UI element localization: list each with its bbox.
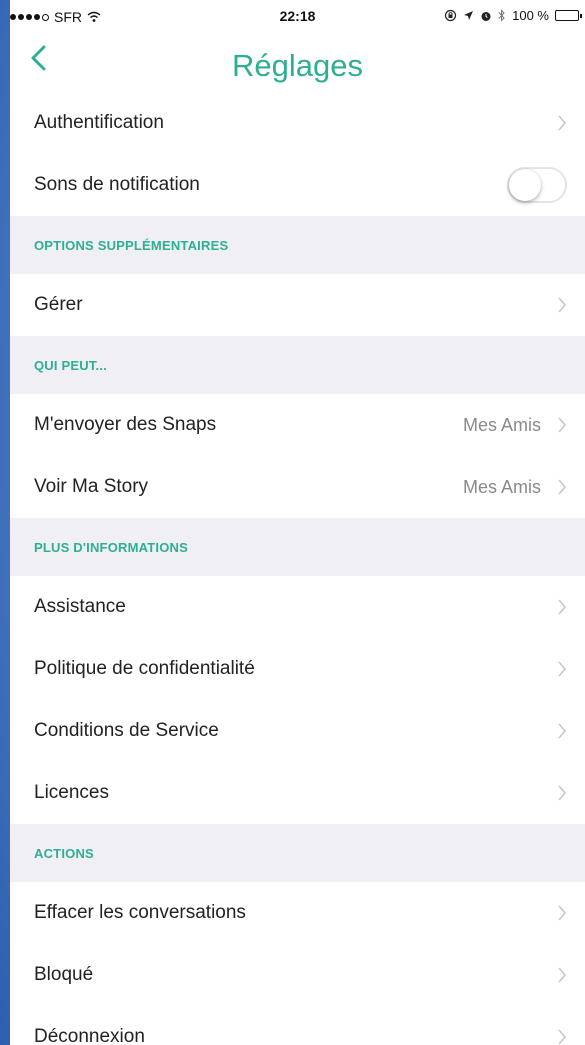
row-conditions-service[interactable]: Conditions de Service <box>10 700 585 762</box>
location-arrow-icon <box>464 11 474 20</box>
chevron-right-icon <box>558 115 567 131</box>
section-header-options: OPTIONS SUPPLÉMENTAIRES <box>10 216 585 274</box>
row-label: M'envoyer des Snaps <box>34 414 217 435</box>
row-effacer-conversations[interactable]: Effacer les conversations <box>10 882 585 944</box>
row-label: Sons de notification <box>34 174 200 195</box>
settings-screen: SFR 22:18 100 % Réglages Authentificatio… <box>10 0 585 1045</box>
section-header-qui-peut: QUI PEUT... <box>10 336 585 394</box>
battery-percentage: 100 % <box>512 8 549 23</box>
row-label: Authentification <box>34 112 164 133</box>
chevron-right-icon <box>558 1029 567 1045</box>
row-envoyer-snaps[interactable]: M'envoyer des Snaps Mes Amis <box>10 394 585 456</box>
battery-icon <box>555 10 582 21</box>
row-label: Politique de confidentialité <box>34 658 255 679</box>
row-label: Assistance <box>34 596 126 617</box>
status-right: 100 % <box>444 8 582 23</box>
toggle-knob <box>509 169 541 201</box>
row-assistance[interactable]: Assistance <box>10 576 585 638</box>
chevron-right-icon <box>558 905 567 921</box>
lock-rotation-icon <box>445 9 457 22</box>
row-label: Effacer les conversations <box>34 902 246 923</box>
chevron-right-icon <box>558 417 567 433</box>
row-licences[interactable]: Licences <box>10 762 585 824</box>
row-bloque[interactable]: Bloqué <box>10 944 585 1006</box>
row-value: Mes Amis <box>462 476 541 497</box>
chevron-right-icon <box>558 785 567 801</box>
back-button[interactable] <box>24 38 54 78</box>
row-authentification[interactable]: Authentification <box>10 92 585 154</box>
chevron-right-icon <box>558 723 567 739</box>
settings-list: Authentification Sons de notification OP… <box>10 92 585 1045</box>
status-bar: SFR 22:18 100 % <box>10 0 585 32</box>
section-header-plus-informations: PLUS D'INFORMATIONS <box>10 518 585 576</box>
row-label: Déconnexion <box>34 1026 145 1045</box>
alarm-icon <box>481 11 491 21</box>
row-politique-confidentialite[interactable]: Politique de confidentialité <box>10 638 585 700</box>
chevron-right-icon <box>558 967 567 983</box>
row-label: Voir Ma Story <box>34 476 149 497</box>
row-label: Licences <box>34 782 109 803</box>
row-label: Conditions de Service <box>34 720 219 741</box>
row-label: Bloqué <box>34 964 94 985</box>
row-deconnexion[interactable]: Déconnexion <box>10 1006 585 1045</box>
chevron-right-icon <box>558 297 567 313</box>
chevron-left-icon <box>31 45 46 71</box>
row-voir-ma-story[interactable]: Voir Ma Story Mes Amis <box>10 456 585 518</box>
chevron-right-icon <box>558 661 567 677</box>
navigation-bar: Réglages <box>10 32 585 92</box>
section-header-actions: ACTIONS <box>10 824 585 882</box>
chevron-right-icon <box>558 599 567 615</box>
row-label: Gérer <box>34 294 83 315</box>
row-gerer[interactable]: Gérer <box>10 274 585 336</box>
page-title: Réglages <box>232 48 363 83</box>
row-sons-de-notification: Sons de notification <box>10 154 585 216</box>
notification-sounds-toggle[interactable] <box>507 167 567 203</box>
chevron-right-icon <box>558 479 567 495</box>
row-value: Mes Amis <box>462 414 541 435</box>
bluetooth-icon <box>498 9 505 22</box>
